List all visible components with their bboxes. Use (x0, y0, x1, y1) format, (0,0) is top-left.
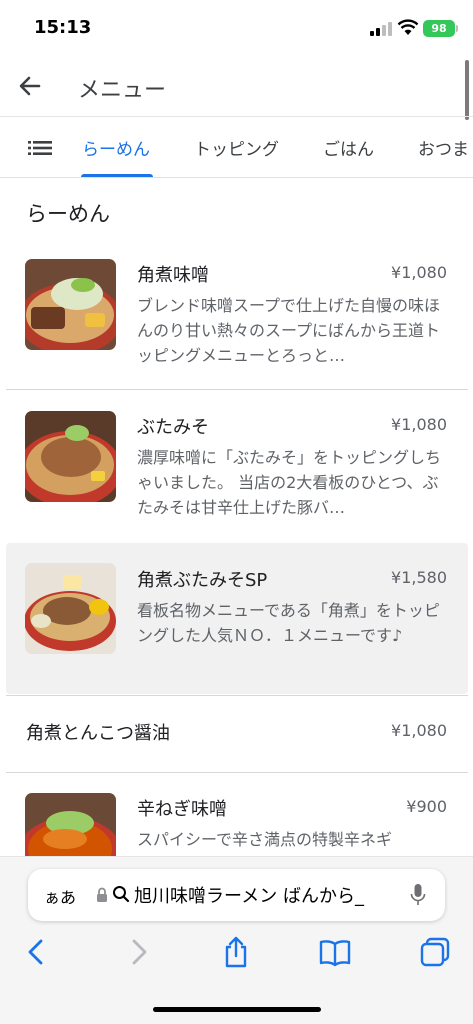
wifi-icon (397, 19, 419, 35)
home-indicator (153, 1007, 321, 1012)
menu-item-photo (25, 793, 116, 856)
menu-item-name: 角煮とんこつ醤油 (26, 723, 170, 744)
menu-item-price: ¥1,080 (391, 721, 447, 740)
active-tab-indicator (81, 174, 153, 177)
category-tabs: らーめん トッピング ごはん おつま (0, 116, 473, 178)
menu-item-photo (25, 411, 116, 502)
menu-item-name: 辛ねぎ味噌 (137, 799, 227, 820)
address-bar[interactable]: ぁあ 旭川味噌ラーメン ばんから_ (28, 869, 445, 921)
menu-item-price: ¥1,580 (391, 568, 447, 587)
mic-icon[interactable] (410, 883, 426, 907)
menu-item[interactable]: 角煮味噌 ¥1,080 ブレンド味噌スープで仕上げた自慢の味ほんのり甘い熱々のス… (6, 240, 468, 388)
menu-item-photo (25, 259, 116, 350)
reader-options-button[interactable]: ぁあ (44, 884, 76, 908)
section-title: らーめん (26, 202, 110, 226)
menu-item-photo (25, 563, 116, 654)
tab-rice[interactable]: ごはん (323, 135, 374, 160)
battery-cap (456, 25, 458, 32)
bookmarks-icon[interactable] (318, 935, 352, 969)
tab-snacks[interactable]: おつま (418, 135, 469, 160)
menu-item-description: ブレンド味噌スープで仕上げた自慢の味ほんのり甘い熱々のスープにばんから王道トッピ… (137, 296, 441, 365)
menu-item-description: 濃厚味噌に「ぶたみそ」をトッピングしちゃいました。 当店の2大看板のひとつ、ぶた… (137, 448, 442, 517)
share-icon[interactable] (219, 935, 253, 969)
menu-item-description: スパイシーで辛さ満点の特製辛ネギ (137, 830, 393, 849)
lock-icon (97, 887, 107, 902)
menu-item-description: 看板名物メニューである「角煮」をトッピングした人気ＮＯ．１メニューです♪ (137, 601, 440, 645)
status-time: 15:13 (34, 17, 92, 38)
menu-item[interactable]: 角煮とんこつ醤油 ¥1,080 (6, 698, 468, 771)
menu-item[interactable]: 辛ねぎ味噌 ¥900 スパイシーで辛さ満点の特製辛ネギ (6, 775, 468, 856)
divider (6, 695, 468, 696)
tab-topping[interactable]: トッピング (194, 135, 279, 160)
menu-item[interactable]: 角煮ぶたみそSP ¥1,580 看板名物メニューである「角煮」をトッピングした人… (6, 543, 468, 694)
battery-indicator: 98 (423, 20, 455, 37)
divider (6, 389, 468, 390)
menu-item-name: ぶたみそ (137, 417, 209, 438)
menu-item-price: ¥900 (406, 797, 447, 816)
menu-item-price: ¥1,080 (391, 263, 447, 282)
menu-item[interactable]: ぶたみそ ¥1,080 濃厚味噌に「ぶたみそ」をトッピングしちゃいました。 当店… (6, 392, 468, 540)
back-arrow-icon[interactable] (14, 70, 46, 102)
divider (6, 772, 468, 773)
page-title: メニュー (78, 78, 167, 103)
search-icon (113, 886, 130, 903)
browser-toolbar: ぁあ 旭川味噌ラーメン ばんから_ (0, 856, 473, 1024)
tabs-icon[interactable] (418, 935, 452, 969)
browser-back-icon[interactable] (20, 935, 54, 969)
cellular-signal-icon (370, 22, 392, 36)
browser-forward-icon[interactable] (121, 935, 155, 969)
menu-item-price: ¥1,080 (391, 415, 447, 434)
list-icon[interactable] (28, 139, 52, 157)
address-text[interactable]: 旭川味噌ラーメン ばんから_ (134, 882, 402, 908)
tab-ramen[interactable]: らーめん (82, 135, 150, 160)
status-bar: 15:13 98 (0, 0, 473, 56)
scroll-indicator[interactable] (465, 60, 469, 120)
app-header: メニュー (0, 56, 473, 116)
menu-item-name: 角煮味噌 (137, 265, 209, 286)
menu-item-name: 角煮ぶたみそSP (137, 570, 268, 591)
